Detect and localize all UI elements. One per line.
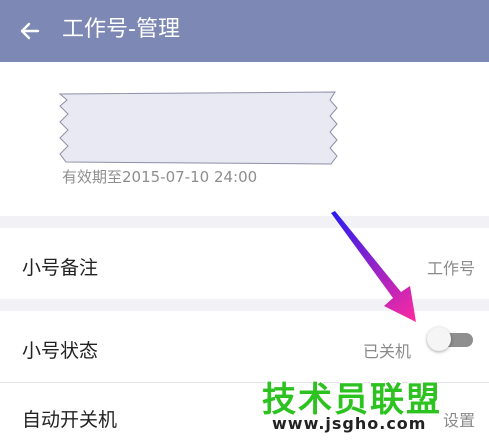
toggle-knob — [427, 327, 451, 351]
expiry-text: 有效期至2015-07-10 24:00 — [62, 168, 258, 186]
app-bar: 工作号-管理 — [0, 0, 489, 62]
status-toggle[interactable] — [427, 324, 477, 354]
section-divider — [0, 216, 489, 228]
auto-power-label: 自动开关机 — [22, 409, 118, 431]
remark-row[interactable]: 小号备注 工作号 — [0, 229, 489, 299]
status-row: 小号状态 已关机 — [0, 312, 489, 383]
status-value: 已关机 — [362, 342, 411, 361]
remark-value: 工作号 — [426, 259, 475, 278]
auto-power-row[interactable]: 自动开关机 设置 — [0, 383, 489, 443]
auto-power-value: 设置 — [442, 411, 475, 430]
status-label: 小号状态 — [22, 340, 99, 362]
arrow-left-icon[interactable] — [18, 19, 42, 43]
page-title: 工作号-管理 — [62, 17, 180, 42]
masked-number-area — [58, 91, 338, 165]
section-divider — [0, 299, 489, 311]
remark-label: 小号备注 — [22, 257, 99, 279]
